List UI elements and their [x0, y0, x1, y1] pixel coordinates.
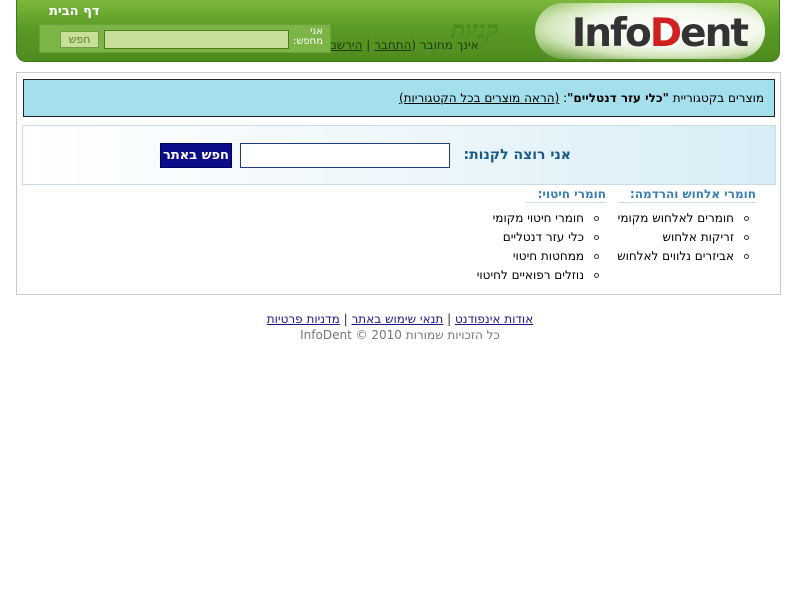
site-header: InfoDent קניות דף הבית אינך מחובר (התחבר…	[16, 0, 780, 62]
category-heading: חומרי אלחוש והרדמה:	[618, 187, 756, 203]
category-item[interactable]: אביזרים נלווים לאלחוש	[617, 247, 756, 266]
logo-text: InfoDent	[571, 11, 749, 56]
product-search-label: אני רוצה לקנות:	[463, 147, 572, 163]
privacy-link[interactable]: מדניות פרטיות	[267, 312, 340, 326]
bullet-icon	[744, 216, 749, 221]
login-status-text: אינך מחובר	[419, 38, 479, 52]
category-name: "כלי עזר דנטליים"	[567, 91, 669, 105]
all-categories-link[interactable]: (הראה מוצרים בכל הקטגוריות)	[399, 91, 559, 105]
copyright: כל הזכויות שמורות InfoDent © 2010	[300, 328, 500, 342]
site-search-button[interactable]: חפש באתר	[160, 143, 232, 168]
product-search-panel: אני רוצה לקנות: חפש באתר	[22, 125, 776, 185]
bullet-icon	[594, 235, 599, 240]
bullet-icon	[594, 273, 599, 278]
header-search-button[interactable]: חפש	[60, 31, 99, 48]
category-item[interactable]: חומרים לאלחוש מקומי	[617, 209, 756, 228]
bullet-icon	[594, 254, 599, 259]
category-column-anesthesia: חומרי אלחוש והרדמה: חומרים לאלחוש מקומי …	[617, 187, 756, 266]
category-item[interactable]: ממחטות חיטוי	[477, 247, 606, 266]
category-item[interactable]: חומרי חיטוי מקומי	[477, 209, 606, 228]
home-link[interactable]: דף הבית	[49, 4, 100, 19]
logo[interactable]: InfoDent קניות	[451, 3, 765, 59]
bullet-icon	[744, 235, 749, 240]
bullet-icon	[744, 254, 749, 259]
product-search-input[interactable]	[240, 143, 450, 168]
header-search: אני מחפש: חפש	[39, 24, 331, 53]
category-bar: מוצרים בקטגוריית "כלי עזר דנטליים": (הרא…	[23, 79, 775, 117]
header-search-input[interactable]	[104, 30, 289, 49]
footer-links: אודות אינפודנט | תנאי שימוש באתר | מדניו…	[266, 312, 534, 326]
user-status: אינך מחובר (התחבר | הירשם)	[324, 38, 479, 52]
category-item[interactable]: זריקות אלחוש	[617, 228, 756, 247]
register-link[interactable]: הירשם	[329, 38, 363, 52]
category-heading: חומרי חיטוי:	[525, 187, 606, 203]
login-link[interactable]: התחבר	[374, 38, 411, 52]
about-link[interactable]: אודות אינפודנט	[455, 312, 533, 326]
category-item[interactable]: כלי עזר דנטליים	[477, 228, 606, 247]
category-prefix: מוצרים בקטגוריית	[672, 91, 764, 105]
bullet-icon	[594, 216, 599, 221]
header-search-label: אני מחפש:	[292, 26, 323, 47]
main-content: מוצרים בקטגוריית "כלי עזר דנטליים": (הרא…	[16, 72, 781, 295]
category-column-disinfection: חומרי חיטוי: חומרי חיטוי מקומי כלי עזר ד…	[477, 187, 606, 285]
category-item[interactable]: נוזלים רפואיים לחיטוי	[477, 266, 606, 285]
terms-link[interactable]: תנאי שימוש באתר	[352, 312, 444, 326]
